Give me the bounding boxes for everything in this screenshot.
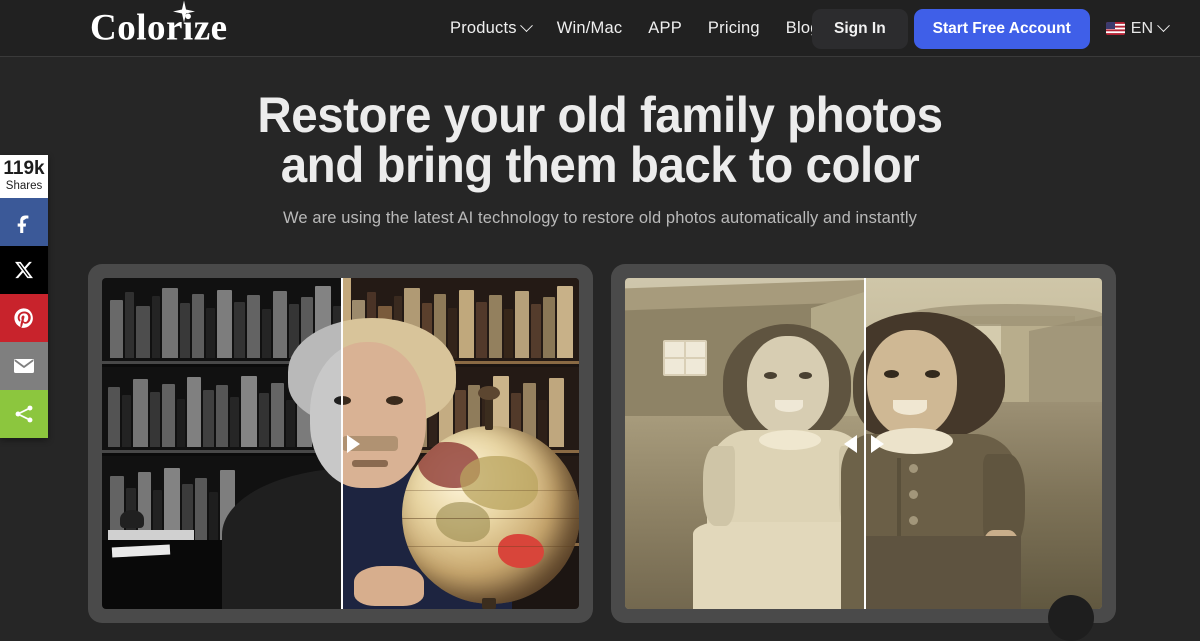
slider-divider-einstein[interactable] [340,278,343,609]
slider-handle-right-einstein[interactable] [346,434,360,453]
slider-handle-right-two-girls[interactable] [870,434,884,453]
slider-handle-left-two-girls[interactable] [843,434,857,453]
after-image-einstein [340,278,579,609]
brand-logo[interactable]: Colorize [90,0,228,49]
share-button-share[interactable] [0,390,48,438]
card-action-button[interactable] [1048,595,1094,641]
x-twitter-icon [14,260,34,280]
hero-subtitle: We are using the latest AI technology to… [283,209,917,227]
email-icon [12,354,36,378]
slider-divider-two-girls[interactable] [863,278,866,609]
nav-item-label: Pricing [707,19,760,37]
language-code: EN [1130,19,1153,37]
facebook-icon [13,211,35,233]
site-header: Colorize Products Win/Mac APP Pricing Bl… [0,0,1200,57]
share-count-label: Shares [5,179,43,192]
us-flag-icon [1105,22,1125,35]
nav-item-products[interactable]: Products [448,15,533,42]
chevron-down-icon [519,19,533,33]
header-actions: Sign In Start Free Account EN [812,0,1186,57]
nav-item-label: Win/Mac [556,19,623,37]
share-nodes-icon [13,403,35,425]
share-button-email[interactable] [0,342,48,390]
share-button-pinterest[interactable] [0,294,48,342]
comparison-card-einstein[interactable] [88,264,593,623]
before-image-two-girls [625,278,864,609]
pinterest-icon [13,307,35,329]
chevron-down-icon [1157,19,1170,33]
share-count: 119k Shares [0,155,48,198]
after-image-two-girls [863,278,1102,609]
before-image-einstein [102,278,341,609]
nav-item-app[interactable]: APP [646,15,684,42]
nav-item-label: APP [648,19,682,37]
language-selector[interactable]: EN [1105,19,1170,38]
share-button-x-twitter[interactable] [0,246,48,294]
comparison-cards [88,264,1116,641]
brand-name: Colorize [90,7,228,49]
sparkle-icon [173,0,195,23]
before-after-slider-einstein[interactable] [102,278,579,609]
hero-title: Restore your old family photos and bring… [30,90,1170,190]
share-button-facebook[interactable] [0,198,48,246]
sign-in-button[interactable]: Sign In [812,8,908,49]
start-free-account-button[interactable]: Start Free Account [913,8,1090,49]
comparison-card-two-girls[interactable] [611,264,1116,641]
before-after-slider-two-girls[interactable] [625,278,1102,609]
nav-item-winmac[interactable]: Win/Mac [555,15,625,42]
hero-title-line-1: Restore your old family photos [257,87,943,143]
hero-title-line-2: and bring them back to color [280,137,920,193]
share-count-number: 119k [3,158,45,179]
nav-item-pricing[interactable]: Pricing [706,15,762,42]
main-navigation: Products Win/Mac APP Pricing Blog [448,0,822,57]
nav-item-label: Products [450,19,517,37]
social-share-rail: 119k Shares [0,155,48,438]
